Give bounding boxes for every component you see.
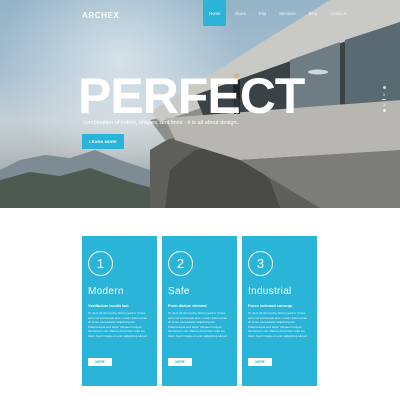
- slider-dot[interactable]: [382, 86, 386, 89]
- nav-item-faq[interactable]: Faq: [254, 0, 271, 26]
- card-more-button[interactable]: MORE: [168, 358, 192, 366]
- nav-item-home[interactable]: Home: [203, 0, 227, 26]
- nav-item-contacts[interactable]: Contacts: [325, 0, 352, 26]
- main-nav: Home About Faq Services Blog Contacts: [203, 0, 355, 26]
- card-body-text: Ut nunc sit amet justo dictum auctor. Fu…: [248, 311, 308, 338]
- slider-total-number: 3: [382, 102, 386, 107]
- site-logo[interactable]: ARCHEX: [82, 11, 119, 20]
- card-subtitle: Vestibulum iaculis laci: [88, 304, 129, 308]
- feature-card-industrial: 3 Industrial Fusce euismod consequ Ut nu…: [242, 236, 317, 386]
- nav-item-about[interactable]: About: [229, 0, 250, 26]
- hero-section: ARCHEX Home About Faq Services Blog Cont…: [0, 0, 400, 208]
- card-body-text: Ut nunc sit amet justo dictum auctor. Fu…: [168, 311, 228, 338]
- card-body-text: Ut nunc sit amet justo dictum auctor. Fu…: [88, 311, 148, 338]
- card-more-button[interactable]: MORE: [88, 358, 112, 366]
- card-title: Industrial: [248, 286, 292, 297]
- hero-headline: PERFECT: [78, 68, 305, 124]
- card-more-button[interactable]: MORE: [248, 358, 272, 366]
- slider-pager: 1 3: [381, 86, 387, 115]
- slider-divider: [382, 99, 386, 100]
- slider-current-number: 1: [382, 92, 386, 97]
- card-title: Safe: [168, 286, 190, 297]
- card-number-circle: 1: [88, 251, 113, 276]
- card-subtitle: Fusce euismod consequ: [248, 304, 293, 308]
- learn-more-button[interactable]: LEARN MORE: [82, 134, 124, 149]
- card-title: Modern: [88, 286, 124, 297]
- hero-tagline: combination of colors, shapes, and lines…: [83, 120, 239, 126]
- ceiling-light-shape: [308, 69, 328, 75]
- slider-dot[interactable]: [382, 109, 386, 112]
- card-subtitle: Proin dictum element: [168, 304, 207, 308]
- feature-card-modern: 1 Modern Vestibulum iaculis laci Ut nunc…: [82, 236, 157, 386]
- page: ARCHEX Home About Faq Services Blog Cont…: [0, 0, 400, 400]
- card-number-circle: 3: [248, 251, 273, 276]
- nav-item-blog[interactable]: Blog: [304, 0, 323, 26]
- feature-card-safe: 2 Safe Proin dictum element Ut nunc sit …: [162, 236, 237, 386]
- card-number-circle: 2: [168, 251, 193, 276]
- nav-item-services[interactable]: Services: [274, 0, 300, 26]
